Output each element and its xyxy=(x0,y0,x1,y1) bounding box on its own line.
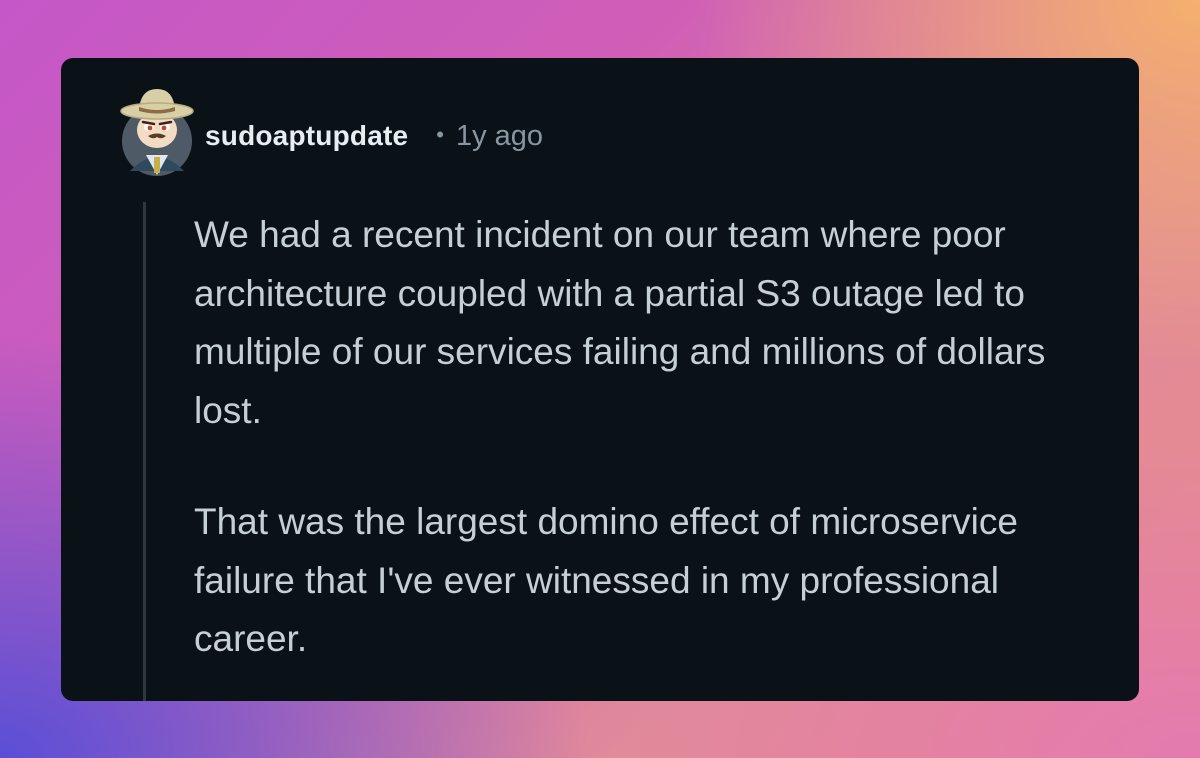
separator-dot: • xyxy=(436,122,444,147)
avatar[interactable] xyxy=(116,83,198,178)
comment-paragraph: That was the largest domino effect of mi… xyxy=(194,501,1018,659)
comment-body: We had a recent incident on our team whe… xyxy=(194,206,1094,669)
comment-card: sudoaptupdate • 1y ago We had a recent i… xyxy=(61,58,1139,701)
snoo-cowboy-avatar-icon xyxy=(120,89,194,176)
comment-header: sudoaptupdate • 1y ago xyxy=(205,120,543,153)
thread-line[interactable] xyxy=(143,202,146,701)
timestamp[interactable]: 1y ago xyxy=(456,120,543,153)
comment-paragraph: We had a recent incident on our team whe… xyxy=(194,214,1046,431)
username-link[interactable]: sudoaptupdate xyxy=(205,120,408,152)
